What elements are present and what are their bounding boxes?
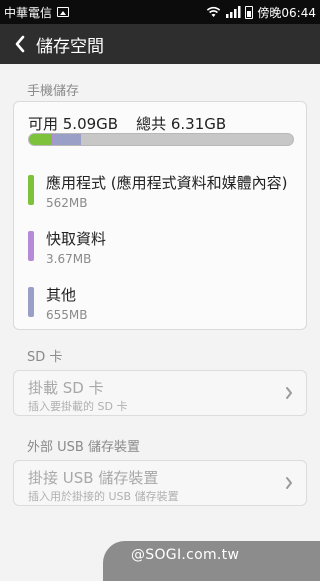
chevron-right-icon [286,387,292,399]
storage-item-other[interactable]: 其他 655MB [14,284,306,340]
clock: 傍晚06:44 [257,5,316,20]
total-storage: 總共 6.31GB [136,115,227,133]
mount-sd-card-title: 掛載 SD 卡 [28,379,104,397]
mount-usb-storage-title: 掛接 USB 儲存裝置 [28,469,159,487]
storage-usage-bar [28,133,294,146]
storage-item-label: 快取資料 [46,230,107,248]
battery-icon [245,5,254,19]
chevron-right-icon [286,477,292,489]
mount-sd-card-subtitle: 插入要掛載的 SD 卡 [28,400,128,413]
carrier-label: 中華電信 [4,5,53,20]
signal-icon [226,6,241,18]
storage-summary: 可用 5.09GB 總共 6.31GB [28,113,226,134]
section-label-phone-storage: 手機儲存 [27,84,80,99]
storage-item-label: 應用程式 (應用程式資料和媒體內容) [46,174,288,192]
image-icon [57,7,70,17]
other-color-swatch [28,287,34,317]
storage-item-size: 562MB [46,196,88,210]
back-button[interactable] [0,24,40,64]
chevron-left-icon [15,35,25,53]
section-label-usb-storage: 外部 USB 儲存裝置 [27,440,140,455]
section-label-sd-card: SD 卡 [27,350,63,365]
mount-sd-card-button[interactable]: 掛載 SD 卡 插入要掛載的 SD 卡 [13,370,307,416]
storage-item-apps[interactable]: 應用程式 (應用程式資料和媒體內容) 562MB [14,172,306,228]
cache-color-swatch [28,231,34,261]
mount-usb-storage-subtitle: 插入用於掛接的 USB 儲存裝置 [28,490,179,503]
apps-color-swatch [28,175,34,205]
storage-item-label: 其他 [46,286,77,304]
page-title: 儲存空間 [36,36,104,57]
mount-usb-storage-button[interactable]: 掛接 USB 儲存裝置 插入用於掛接的 USB 儲存裝置 [13,460,307,506]
watermark: @SOGI.com.tw [131,547,240,563]
status-bar: 中華電信 傍晚06:44 [0,0,320,24]
wifi-icon [207,6,221,17]
usage-segment-apps [29,134,53,145]
phone-storage-card: 可用 5.09GB 總共 6.31GB 應用程式 (應用程式資料和媒體內容) 56… [13,101,307,330]
available-storage: 可用 5.09GB [28,115,119,133]
usage-segment-other [53,134,81,145]
storage-item-size: 3.67MB [46,252,92,266]
title-bar: 儲存空間 [0,24,320,64]
storage-item-cache[interactable]: 快取資料 3.67MB [14,228,306,284]
storage-item-size: 655MB [46,308,88,322]
